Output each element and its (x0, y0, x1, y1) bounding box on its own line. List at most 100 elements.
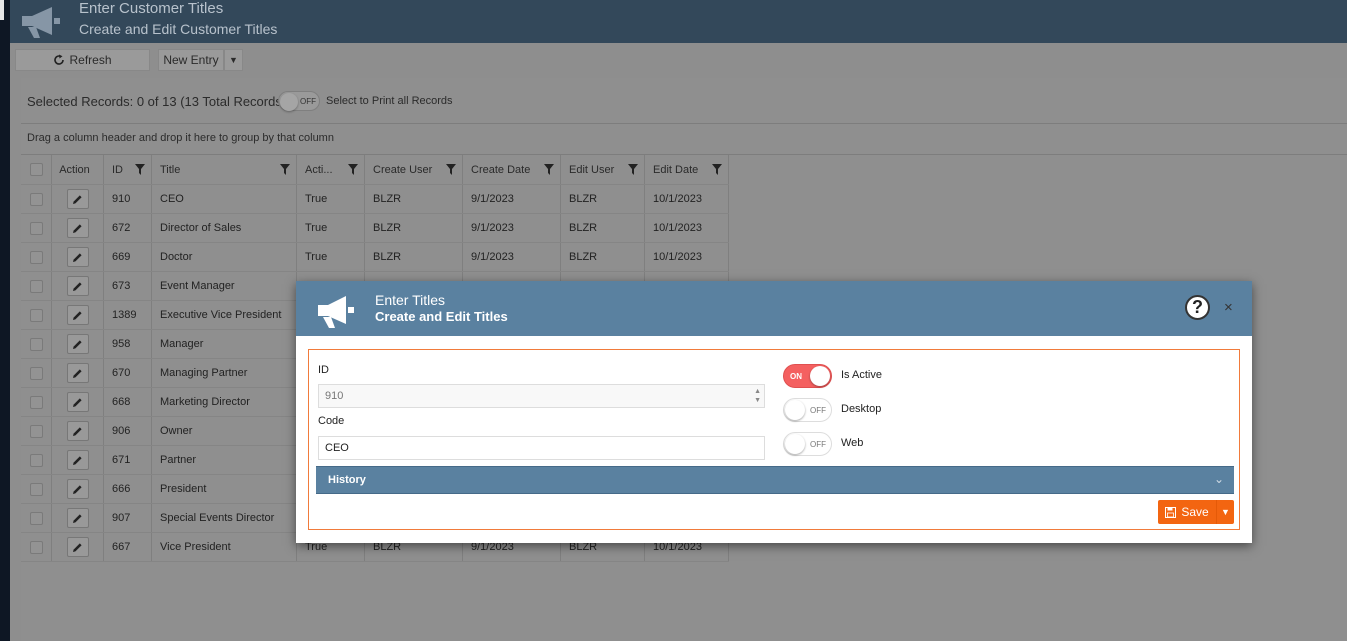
row-checkbox[interactable] (29, 424, 43, 438)
refresh-button[interactable]: Refresh (15, 49, 150, 71)
cell-id: 958 (104, 330, 152, 358)
cell-id: 671 (104, 446, 152, 474)
row-checkbox[interactable] (29, 395, 43, 409)
column-header-create-date[interactable]: Create Date (463, 155, 561, 184)
row-checkbox-cell[interactable] (21, 417, 52, 445)
left-edge-strip (0, 0, 10, 641)
id-stepper[interactable]: ▲ ▼ (754, 387, 761, 405)
is-active-toggle[interactable]: ON (783, 364, 832, 388)
edit-button[interactable] (66, 363, 89, 383)
id-label: ID (318, 364, 329, 376)
cell-create-user: BLZR (365, 214, 463, 242)
edit-button[interactable] (66, 537, 89, 557)
edit-button[interactable] (66, 450, 89, 470)
row-checkbox-cell[interactable] (21, 214, 52, 242)
row-checkbox-cell[interactable] (21, 272, 52, 300)
row-checkbox-cell[interactable] (21, 185, 52, 213)
filter-icon[interactable] (348, 164, 358, 175)
row-action-cell (52, 185, 104, 213)
edit-button[interactable] (66, 421, 89, 441)
chevron-down-icon: ⌄ (1213, 472, 1224, 486)
edit-button[interactable] (66, 276, 89, 296)
column-header-edit-user[interactable]: Edit User (561, 155, 645, 184)
toggle-state-label: OFF (300, 97, 316, 106)
refresh-icon (54, 54, 65, 65)
row-checkbox-cell[interactable] (21, 504, 52, 532)
table-row[interactable]: 672 Director of Sales True BLZR 9/1/2023 BLZR… (21, 214, 729, 243)
edit-button[interactable] (66, 479, 89, 499)
pencil-icon (73, 339, 82, 349)
row-checkbox-cell[interactable] (21, 330, 52, 358)
row-checkbox[interactable] (29, 279, 43, 293)
edit-button[interactable] (66, 218, 89, 238)
cell-edit-user: BLZR (561, 243, 645, 271)
row-action-cell (52, 475, 104, 503)
row-checkbox[interactable] (29, 453, 43, 467)
column-header-id[interactable]: ID (104, 155, 152, 184)
edit-button[interactable] (66, 189, 89, 209)
row-checkbox-cell[interactable] (21, 301, 52, 329)
table-row[interactable]: 910 CEO True BLZR 9/1/2023 BLZR 10/1/2023 (21, 185, 729, 214)
web-toggle[interactable]: OFF (783, 432, 832, 456)
row-checkbox-cell[interactable] (21, 475, 52, 503)
row-action-cell (52, 359, 104, 387)
code-field[interactable]: CEO (318, 436, 765, 460)
row-checkbox-cell[interactable] (21, 388, 52, 416)
row-checkbox-cell[interactable] (21, 243, 52, 271)
column-header-create-user[interactable]: Create User (365, 155, 463, 184)
row-checkbox-cell[interactable] (21, 446, 52, 474)
filter-icon[interactable] (280, 164, 290, 175)
toggle-knob (810, 366, 830, 386)
row-checkbox[interactable] (29, 337, 43, 351)
filter-icon[interactable] (446, 164, 456, 175)
row-checkbox[interactable] (29, 308, 43, 322)
save-button[interactable]: Save (1158, 500, 1216, 524)
desktop-toggle[interactable]: OFF (783, 398, 832, 422)
new-entry-button[interactable]: New Entry (158, 49, 224, 71)
pencil-icon (73, 368, 82, 378)
column-header-title[interactable]: Title (152, 155, 297, 184)
cell-title: Doctor (152, 243, 297, 271)
row-checkbox[interactable] (29, 250, 43, 264)
select-all-checkbox-cell[interactable] (21, 155, 52, 184)
group-by-bar[interactable]: Drag a column header and drop it here to… (21, 124, 1347, 155)
row-checkbox-cell[interactable] (21, 533, 52, 561)
row-checkbox[interactable] (29, 192, 43, 206)
row-action-cell (52, 301, 104, 329)
select-all-checkbox[interactable] (29, 163, 43, 176)
edit-button[interactable] (66, 247, 89, 267)
filter-icon[interactable] (712, 164, 722, 175)
edit-button[interactable] (66, 334, 89, 354)
row-checkbox[interactable] (29, 366, 43, 380)
table-row[interactable]: 669 Doctor True BLZR 9/1/2023 BLZR 10/1/2023 (21, 243, 729, 272)
grid-header-row: Action ID Title Acti... Create User Crea… (21, 155, 729, 185)
id-field[interactable]: 910 ▲ ▼ (318, 384, 765, 408)
help-icon[interactable]: ? (1185, 295, 1210, 320)
print-all-toggle[interactable]: OFF (278, 91, 320, 111)
toggle-state-label: OFF (810, 440, 826, 449)
row-checkbox[interactable] (29, 511, 43, 525)
history-section-header[interactable]: History ⌄ (316, 466, 1234, 494)
filter-icon[interactable] (628, 164, 638, 175)
is-active-label: Is Active (841, 369, 882, 381)
dialog-header: Enter Titles Create and Edit Titles ? × (296, 281, 1252, 336)
filter-icon[interactable] (544, 164, 554, 175)
column-header-label: Title (160, 163, 181, 176)
row-checkbox-cell[interactable] (21, 359, 52, 387)
edit-button[interactable] (66, 392, 89, 412)
new-entry-dropdown-button[interactable]: ▼ (224, 49, 243, 71)
cell-title: CEO (152, 185, 297, 213)
column-header-edit-date[interactable]: Edit Date (645, 155, 729, 184)
row-checkbox[interactable] (29, 540, 43, 554)
edit-button[interactable] (66, 508, 89, 528)
column-header-active[interactable]: Acti... (297, 155, 365, 184)
cell-title: Special Events Director (152, 504, 297, 532)
row-checkbox[interactable] (29, 221, 43, 235)
filter-icon[interactable] (135, 164, 145, 175)
cell-title: Manager (152, 330, 297, 358)
row-checkbox[interactable] (29, 482, 43, 496)
save-dropdown-button[interactable]: ▼ (1216, 500, 1234, 524)
cell-edit-user: BLZR (561, 185, 645, 213)
close-icon[interactable]: × (1224, 299, 1233, 316)
edit-button[interactable] (66, 305, 89, 325)
